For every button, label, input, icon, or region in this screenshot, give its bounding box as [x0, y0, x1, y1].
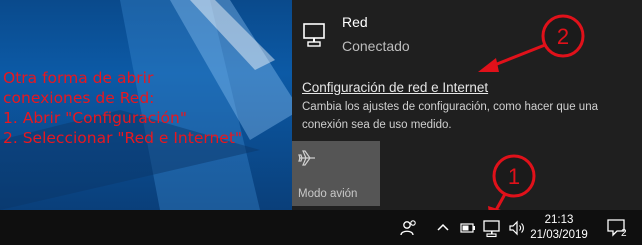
annotation-arrow-2: [478, 43, 546, 72]
annotation-marker-2: 2: [541, 14, 585, 58]
chevron-up-icon[interactable]: [433, 218, 453, 238]
annotation-number-2: 2: [557, 24, 569, 49]
annotation-number-1: 1: [508, 164, 520, 189]
annotation-overlay: 2 1: [478, 14, 585, 222]
notification-count: 2: [621, 228, 627, 239]
annotation-marker-1: 1: [492, 154, 536, 198]
clock-date: 21/03/2019: [530, 229, 588, 241]
clock-time: 21:13: [544, 214, 574, 226]
network-icon[interactable]: [482, 218, 502, 238]
taskbar: 21:13 21/03/2019 2: [0, 210, 642, 245]
battery-icon[interactable]: [458, 218, 478, 238]
people-icon[interactable]: [399, 218, 419, 238]
volume-icon[interactable]: [507, 218, 527, 238]
taskbar-clock[interactable]: 21:13 21/03/2019: [528, 213, 590, 243]
